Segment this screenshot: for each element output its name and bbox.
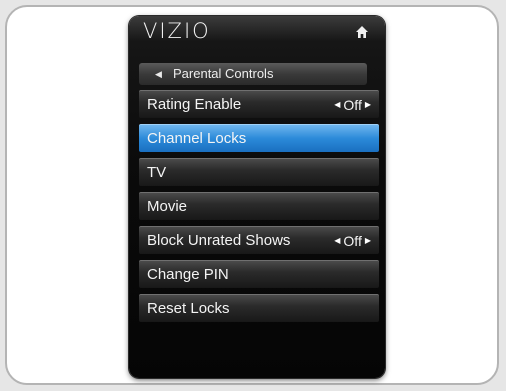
arrow-left-icon[interactable]: ◀ — [334, 227, 340, 255]
menu-header[interactable]: ◀ Parental Controls — [139, 63, 367, 85]
menu-item-label: Movie — [147, 198, 188, 215]
menu-item-tv[interactable]: TV — [139, 158, 379, 186]
tv-menu-panel: VIZIO ◀ Parental Controls Rating Enable … — [129, 16, 385, 378]
menu-item-label: Rating Enable — [147, 96, 242, 113]
menu-item-block-unrated-shows[interactable]: Block Unrated Shows ◀ Off ▶ — [139, 226, 379, 254]
arrow-right-icon[interactable]: ▶ — [365, 91, 371, 119]
vizio-logo: VIZIO — [143, 19, 211, 43]
arrow-right-icon[interactable]: ▶ — [365, 227, 371, 255]
menu-item-movie[interactable]: Movie — [139, 192, 379, 220]
home-icon[interactable] — [355, 25, 369, 39]
block-unrated-value-text: Off — [343, 233, 362, 249]
rating-enable-value[interactable]: ◀ Off ▶ — [334, 91, 371, 119]
menu-item-label: Block Unrated Shows — [147, 232, 291, 249]
arrow-left-icon[interactable]: ◀ — [334, 91, 340, 119]
menu-item-label: Channel Locks — [147, 130, 247, 147]
menu-item-rating-enable[interactable]: Rating Enable ◀ Off ▶ — [139, 90, 379, 118]
menu-item-reset-locks[interactable]: Reset Locks — [139, 294, 379, 322]
menu-item-label: Change PIN — [147, 266, 229, 283]
menu-title: Parental Controls — [173, 66, 274, 81]
back-arrow-icon[interactable]: ◀ — [155, 67, 162, 81]
menu-item-label: TV — [147, 164, 167, 181]
block-unrated-value[interactable]: ◀ Off ▶ — [334, 227, 371, 255]
menu-item-change-pin[interactable]: Change PIN — [139, 260, 379, 288]
menu-item-label: Reset Locks — [147, 300, 230, 317]
menu-item-channel-locks[interactable]: Channel Locks — [139, 124, 379, 152]
brand-bar: VIZIO — [129, 16, 385, 46]
rating-enable-value-text: Off — [343, 97, 362, 113]
menu-list: Rating Enable ◀ Off ▶ Channel Locks TV M… — [139, 90, 379, 328]
